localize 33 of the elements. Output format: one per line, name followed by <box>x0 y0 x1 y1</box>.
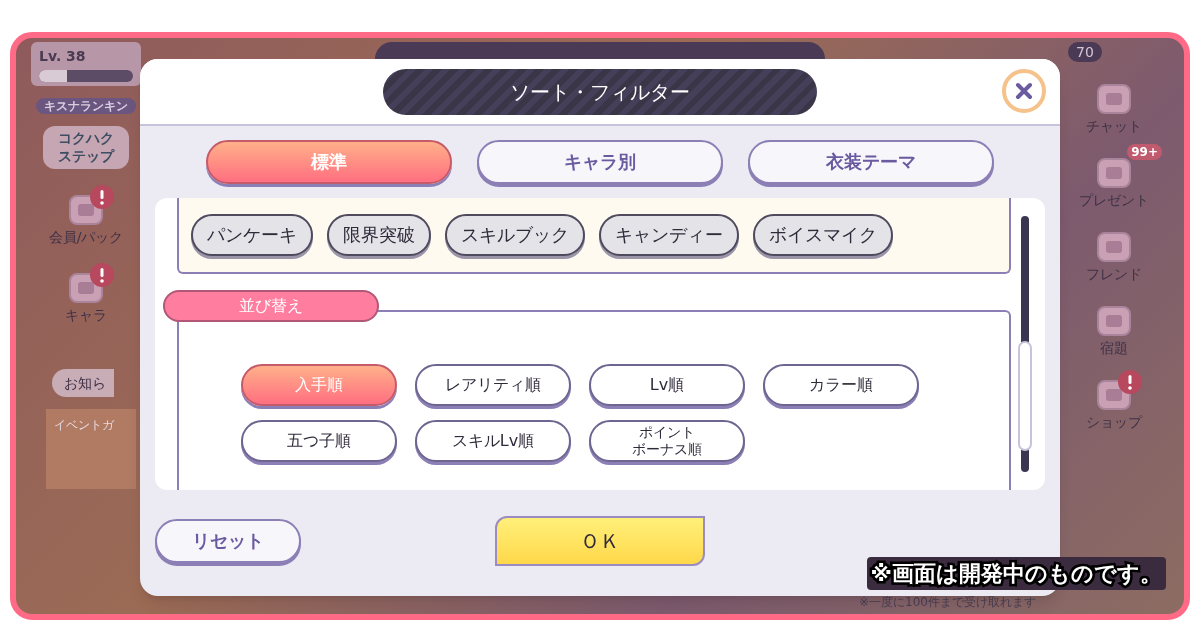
count-badge: 99+ <box>1127 144 1162 160</box>
sort-option[interactable]: スキルLv順 <box>415 420 571 462</box>
scrollbar-thumb[interactable] <box>1018 341 1032 451</box>
ranking-label[interactable]: キスナランキン <box>36 98 136 114</box>
level-label: Lv. 38 <box>39 47 87 66</box>
scrollbar[interactable] <box>1021 216 1029 472</box>
notice-button[interactable]: お知ら <box>52 369 114 397</box>
sort-option[interactable]: Lv順 <box>589 364 745 406</box>
section-header: 並び替え <box>163 290 379 322</box>
menu-icon <box>1094 82 1134 116</box>
sort-option[interactable]: カラー順 <box>763 364 919 406</box>
filter-chip[interactable]: スキルブック <box>445 214 585 256</box>
filter-chip[interactable]: パンケーキ <box>191 214 313 256</box>
sort-option[interactable]: レアリティ順 <box>415 364 571 406</box>
menu-icon <box>1094 230 1134 264</box>
filter-chip[interactable]: 限界突破 <box>327 214 431 256</box>
sort-option[interactable]: ポイント ボーナス順 <box>589 420 745 462</box>
category-tab[interactable]: 衣装テーマ <box>748 140 994 184</box>
sort-option[interactable]: 五つ子順 <box>241 420 397 462</box>
ok-button[interactable]: ＯＫ <box>495 516 705 566</box>
filter-chip[interactable]: キャンディー <box>599 214 739 256</box>
event-banner[interactable]: イベントガ <box>46 409 136 489</box>
event-logo[interactable]: コクハクステップ <box>42 126 130 169</box>
dialog-title: ソート・フィルター <box>383 68 817 115</box>
category-tab[interactable]: キャラ別 <box>477 140 723 184</box>
filter-chip[interactable]: ボイスマイク <box>753 214 893 256</box>
caption: ※画面は開発中のものです。 <box>866 557 1166 590</box>
count-label: 70 <box>1068 42 1102 62</box>
menu-icon <box>1094 304 1134 338</box>
close-icon <box>1015 82 1033 100</box>
menu-icon <box>1094 156 1134 190</box>
close-button[interactable] <box>1002 69 1046 113</box>
reset-button[interactable]: リセット <box>155 519 301 563</box>
